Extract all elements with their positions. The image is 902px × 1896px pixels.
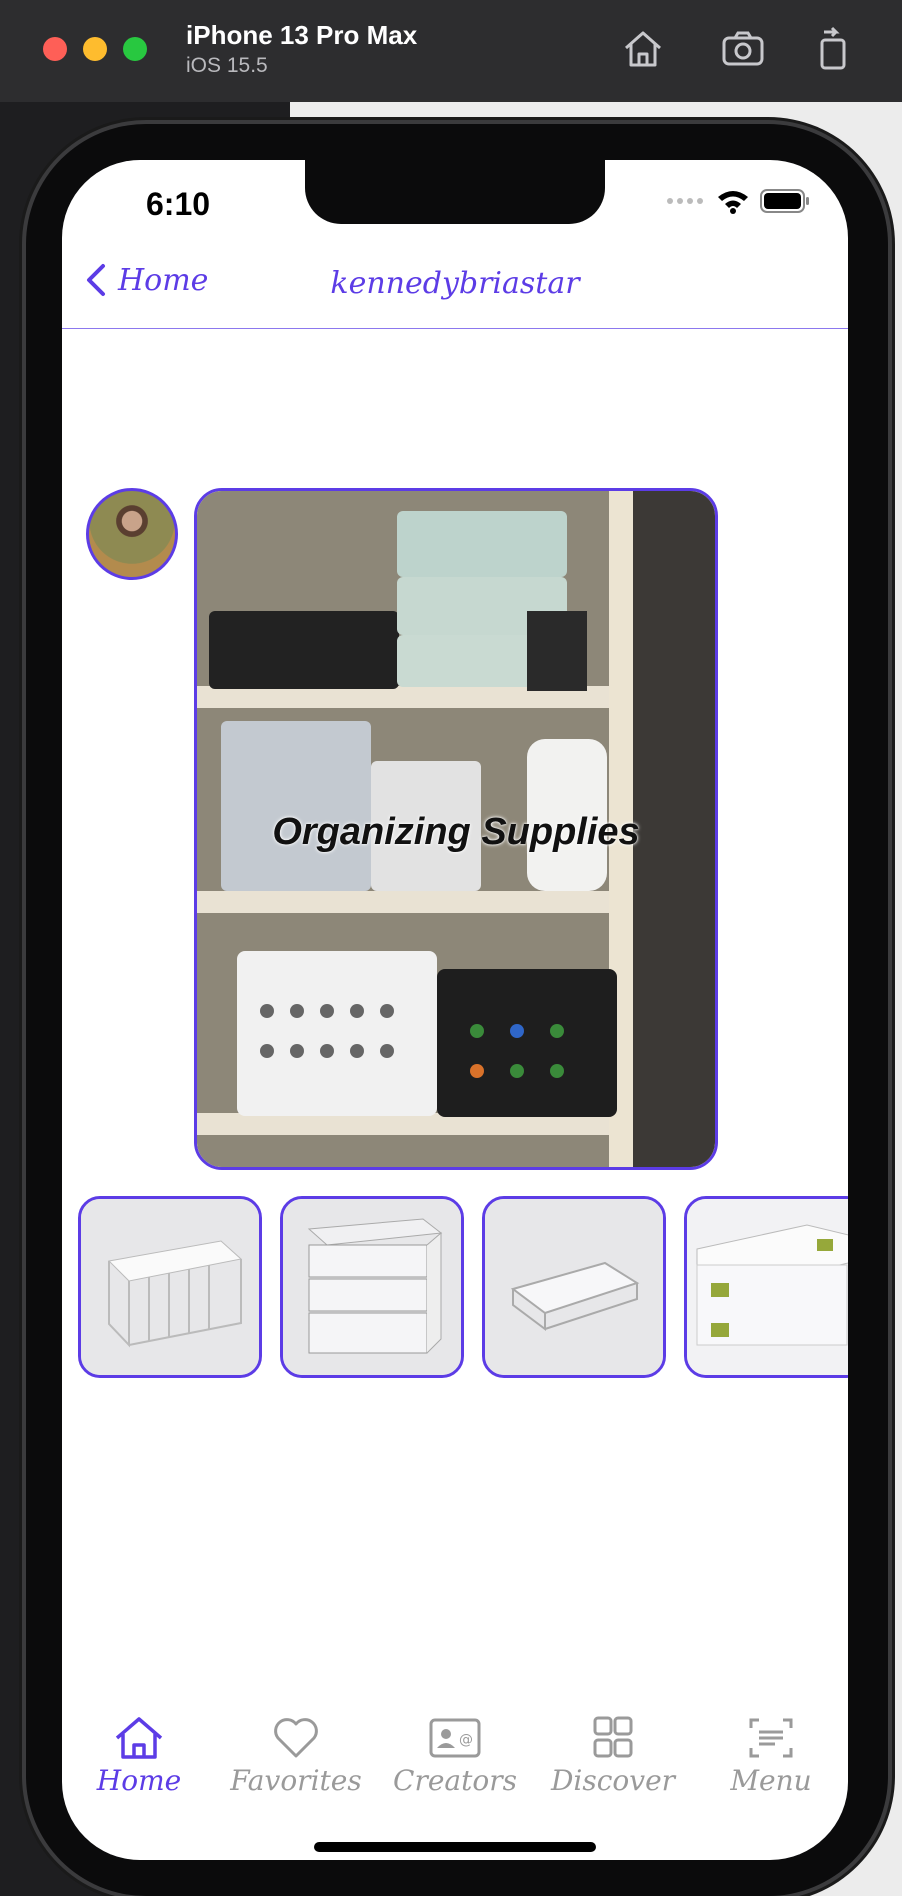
screenshot-icon[interactable]	[718, 24, 768, 74]
product-carousel[interactable]	[78, 1196, 848, 1378]
simulator-title-bar: iPhone 13 Pro Max iOS 15.5	[0, 0, 902, 103]
menu-scan-icon	[749, 1718, 793, 1758]
wifi-icon	[718, 191, 748, 214]
close-window-button[interactable]	[43, 37, 67, 61]
clear-tray-image	[485, 1199, 663, 1375]
grid-icon	[593, 1716, 633, 1758]
tab-creators-label: Creators	[393, 1764, 517, 1797]
zoom-window-button[interactable]	[123, 37, 147, 61]
nav-divider	[62, 328, 848, 329]
product-thumbnail[interactable]	[684, 1196, 848, 1378]
wire-basket-image	[81, 1199, 259, 1375]
page-title: kennedybriastar	[330, 266, 580, 301]
tab-discover[interactable]: Discover	[538, 1716, 688, 1797]
product-thumbnail[interactable]	[280, 1196, 464, 1378]
tab-home-label: Home	[96, 1764, 182, 1797]
tab-favorites-label: Favorites	[230, 1764, 362, 1797]
contact-card-icon: @	[429, 1718, 481, 1758]
status-time: 6:10	[146, 186, 211, 222]
tab-home[interactable]: Home	[64, 1716, 214, 1797]
tab-favorites[interactable]: Favorites	[221, 1716, 371, 1797]
product-thumbnail[interactable]	[78, 1196, 262, 1378]
phone-screen: 6:10 Home kennedybriastar Organizing Sup…	[62, 160, 848, 1860]
tab-bar: Home Favorites @ Creators Discover Menu	[62, 1716, 848, 1816]
os-version: iOS 15.5	[186, 54, 268, 77]
video-player[interactable]: Organizing Supplies	[194, 488, 718, 1170]
creator-avatar[interactable]	[86, 488, 178, 580]
notch	[305, 160, 605, 224]
drawer-unit-image	[283, 1199, 461, 1375]
home-indicator[interactable]	[314, 1842, 596, 1852]
tab-creators[interactable]: @ Creators	[380, 1716, 530, 1797]
device-name: iPhone 13 Pro Max	[186, 20, 418, 50]
home-icon[interactable]	[618, 24, 668, 74]
heart-icon	[274, 1718, 318, 1758]
rotate-icon[interactable]	[808, 24, 858, 74]
tab-menu[interactable]: Menu	[696, 1716, 846, 1797]
latch-box-image	[687, 1199, 848, 1375]
svg-text:@: @	[459, 1732, 473, 1748]
tab-discover-label: Discover	[550, 1764, 676, 1797]
video-caption: Organizing Supplies	[272, 811, 640, 853]
minimize-window-button[interactable]	[83, 37, 107, 61]
battery-icon	[760, 189, 809, 213]
tab-menu-label: Menu	[730, 1764, 812, 1797]
status-icons	[666, 188, 810, 214]
signal-dots-icon	[667, 198, 703, 204]
home-icon	[115, 1717, 163, 1759]
product-thumbnail[interactable]	[482, 1196, 666, 1378]
